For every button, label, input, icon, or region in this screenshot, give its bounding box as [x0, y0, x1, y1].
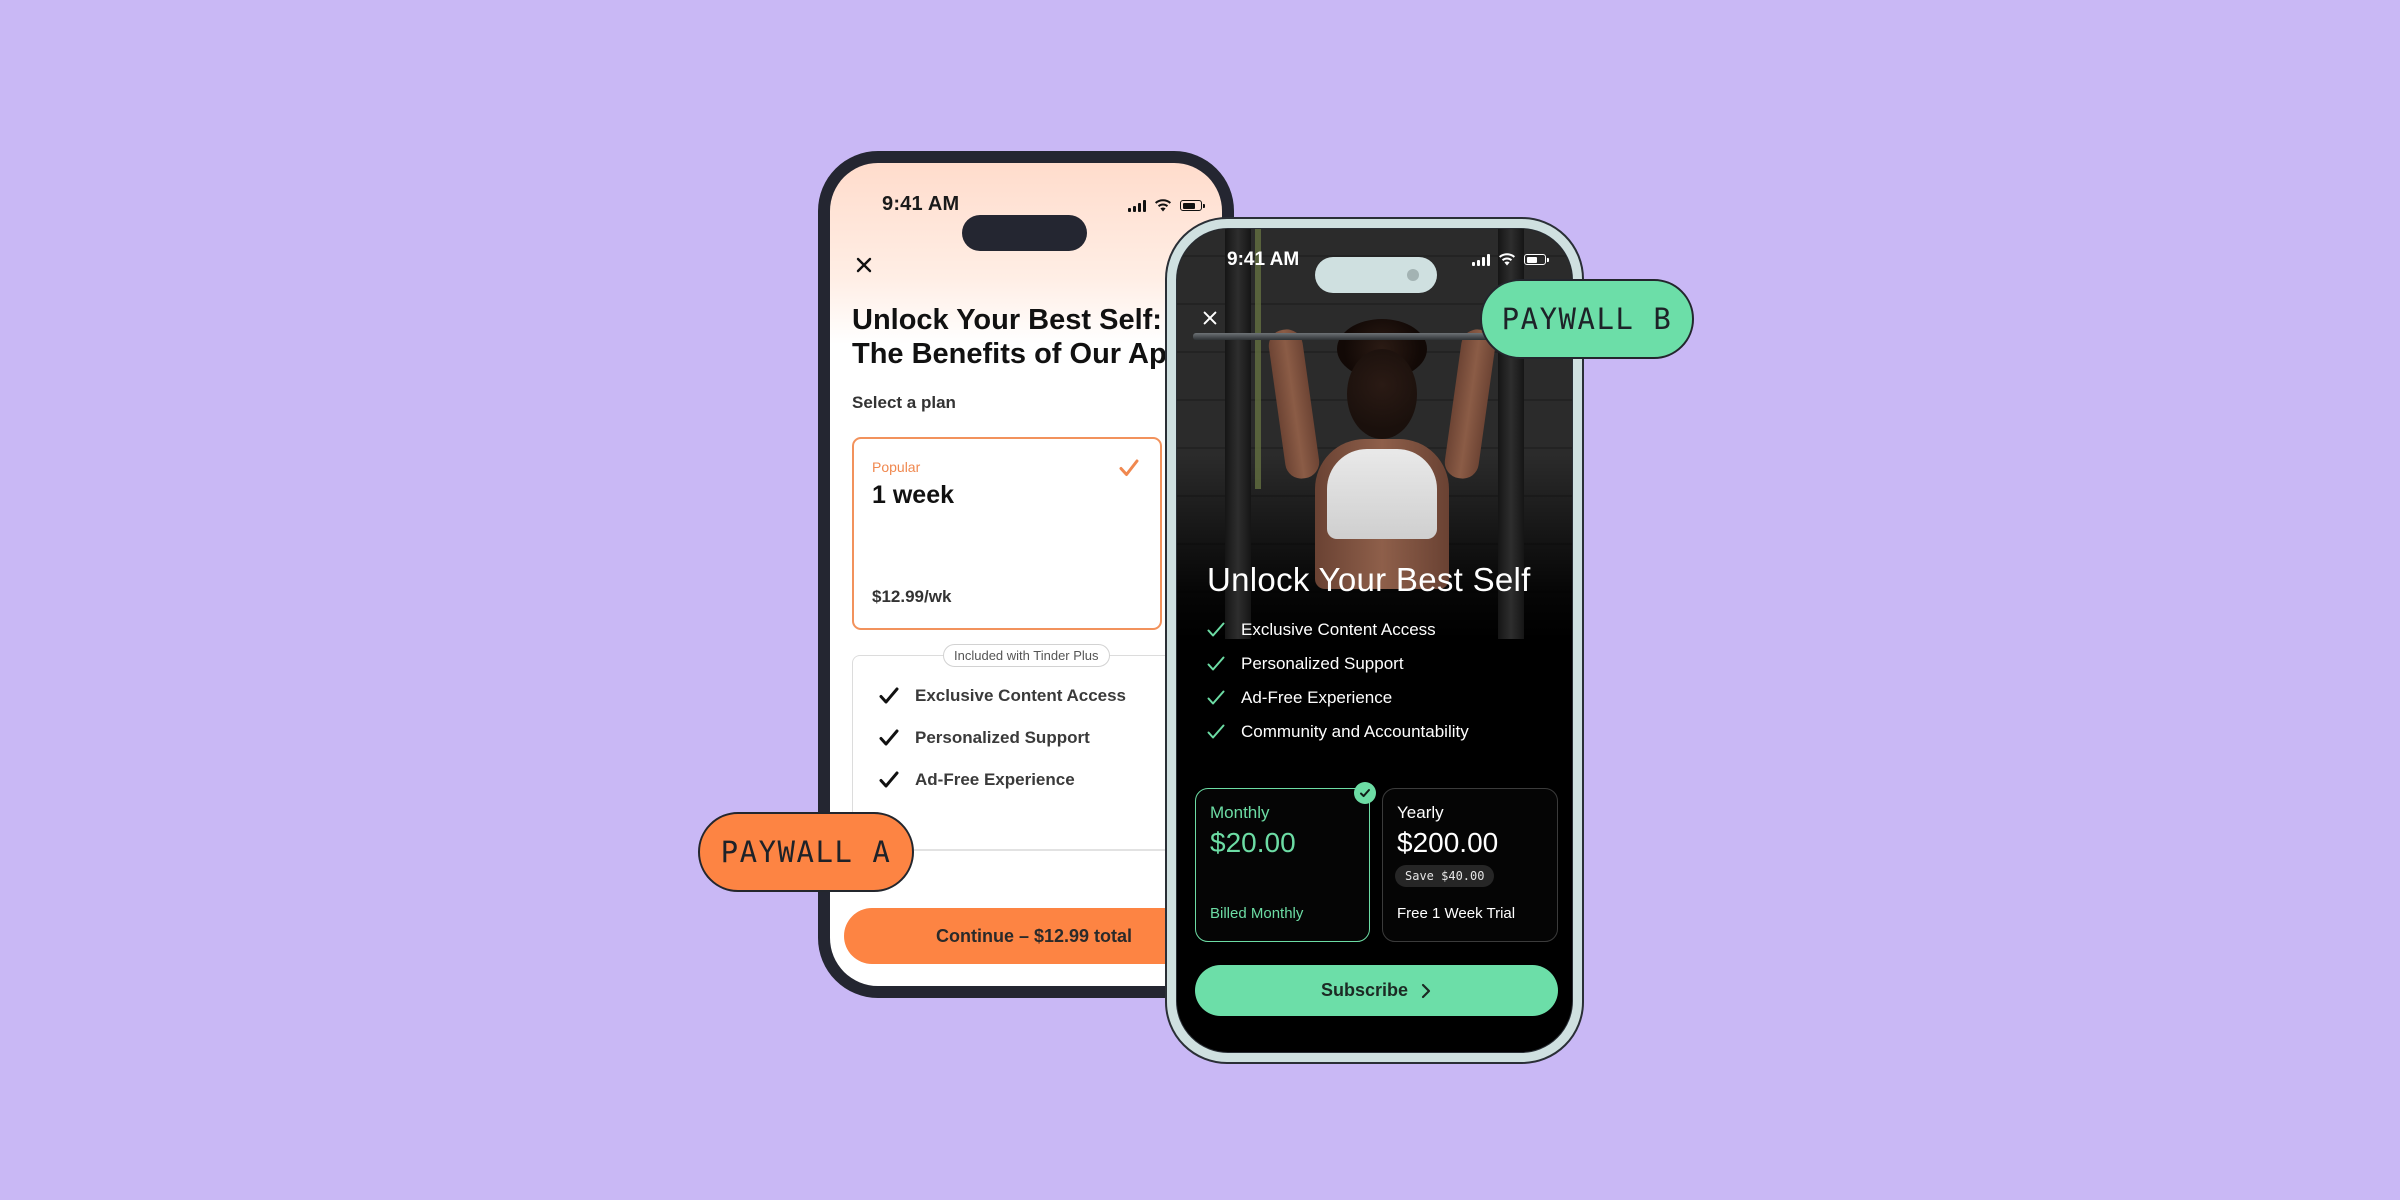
checkmark-icon [879, 687, 899, 704]
close-icon[interactable] [854, 255, 874, 275]
plan-duration: 1 week [872, 481, 955, 509]
plan-card-1-week[interactable]: Popular 1 week $12.99/wk [852, 437, 1162, 630]
feature-item: Community and Accountability [1207, 722, 1469, 742]
plan-card-monthly[interactable]: Monthly $20.00 Billed Monthly [1195, 782, 1376, 942]
cellular-signal-icon [1472, 253, 1490, 266]
plan-note: Billed Monthly [1210, 905, 1304, 922]
cellular-signal-icon [1128, 199, 1146, 212]
feature-item: Personalized Support [879, 728, 1090, 748]
feature-label: Community and Accountability [1241, 722, 1469, 741]
feature-label: Personalized Support [915, 728, 1090, 747]
checkmark-icon [1207, 622, 1225, 637]
feature-label: Personalized Support [1241, 654, 1404, 673]
checkmark-icon [1207, 656, 1225, 671]
included-badge: Included with Tinder Plus [943, 644, 1110, 667]
feature-label: Exclusive Content Access [1241, 620, 1436, 639]
plan-name: Yearly [1397, 803, 1444, 822]
savings-badge: Save $40.00 [1395, 865, 1495, 887]
page-title: Unlock Your Best Self [1207, 561, 1531, 598]
plan-price: $20.00 [1210, 827, 1296, 858]
feature-item: Ad-Free Experience [1207, 688, 1392, 708]
plan-name: Monthly [1210, 803, 1270, 822]
checkmark-icon [879, 771, 899, 788]
plan-card-yearly[interactable]: Yearly $200.00 Save $40.00 Free 1 Week T… [1382, 788, 1558, 942]
subscribe-button[interactable]: Subscribe [1195, 965, 1558, 1016]
selected-check-icon [1354, 782, 1376, 804]
status-bar: 9:41 AM [1177, 247, 1572, 293]
feature-item: Exclusive Content Access [1207, 620, 1436, 640]
status-bar: 9:41 AM [830, 193, 1222, 251]
plan-price: $200.00 [1397, 827, 1499, 858]
battery-icon [1180, 200, 1205, 211]
dynamic-island [962, 215, 1087, 251]
close-icon[interactable] [1201, 309, 1219, 327]
feature-label: Ad-Free Experience [915, 770, 1075, 789]
barbell [1193, 333, 1512, 340]
feature-label: Exclusive Content Access [915, 686, 1127, 705]
dynamic-island [1315, 257, 1437, 293]
select-plan-label: Select a plan [852, 393, 956, 412]
plan-note: Free 1 Week Trial [1397, 905, 1516, 922]
feature-item: Personalized Support [1207, 654, 1404, 674]
checkmark-icon [1207, 690, 1225, 705]
plan-price: $12.99/wk [872, 587, 952, 606]
feature-item: Ad-Free Experience [879, 770, 1075, 790]
paywall-b-badge: PAYWALL B [1480, 279, 1694, 359]
popular-tag: Popular [872, 459, 921, 475]
checkmark-icon [879, 729, 899, 746]
checkmark-icon [1119, 459, 1139, 476]
checkmark-icon [1207, 724, 1225, 739]
woman-lifting-photo [1266, 319, 1498, 589]
wifi-icon [1499, 253, 1515, 266]
status-time: 9:41 AM [882, 193, 960, 215]
feature-label: Ad-Free Experience [1241, 688, 1393, 707]
feature-item: Exclusive Content Access [879, 686, 1126, 706]
wifi-icon [1155, 199, 1171, 212]
subscribe-label: Subscribe [1320, 980, 1409, 1000]
paywall-a-badge: PAYWALL A [698, 812, 914, 892]
chevron-right-icon [1421, 983, 1431, 998]
battery-icon [1524, 254, 1549, 265]
status-time: 9:41 AM [1227, 249, 1300, 270]
